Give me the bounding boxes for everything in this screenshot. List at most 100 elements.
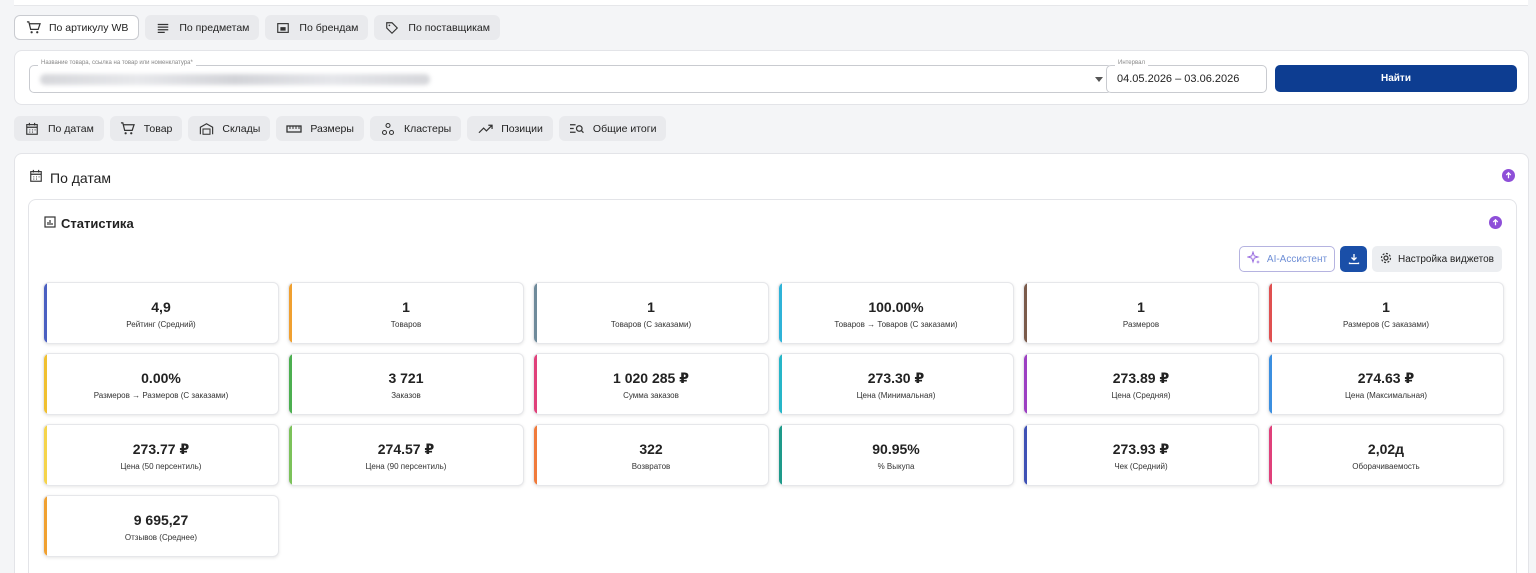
tab-by-brands[interactable]: По брендам: [265, 15, 369, 40]
metric-label: Товаров (С заказами): [610, 320, 692, 329]
statistics-panel: Статистика AI-Ассистент Настройка виджет…: [28, 199, 1517, 573]
interval-label: Интервал: [1115, 60, 1148, 66]
summary-icon: [569, 121, 585, 137]
chart-icon: [44, 216, 56, 231]
metric-card: 273.77 ₽ Цена (50 персентиль): [43, 424, 279, 486]
metric-label: Размеров: [1122, 320, 1160, 329]
product-search-field[interactable]: Название товара, ссылка на товар или ном…: [29, 60, 1112, 93]
tab-product[interactable]: Товар: [109, 116, 183, 141]
metric-label: Цена (50 персентиль): [120, 462, 202, 471]
calendar-icon: [29, 169, 43, 186]
warehouse-icon: [198, 121, 214, 137]
metric-card: 1 Товаров: [288, 282, 524, 344]
metric-value: 100.00%: [868, 299, 924, 315]
metric-card: 1 020 285 ₽ Сумма заказов: [533, 353, 769, 415]
metric-label: Цена (Средняя): [1111, 391, 1171, 400]
metric-label: Цена (Максимальная): [1344, 391, 1428, 400]
tab-label: Товар: [143, 122, 173, 135]
trend-icon: [477, 121, 493, 137]
statistics-title: Статистика: [44, 216, 134, 231]
metric-value: 90.95%: [872, 441, 920, 457]
tab-label: По датам: [48, 122, 94, 135]
metric-value: 1: [647, 299, 655, 315]
tab-label: По предметам: [179, 21, 250, 34]
metric-label: Товаров: [390, 320, 422, 329]
section-title: По датам: [29, 169, 111, 186]
tab-totals[interactable]: Общие итоги: [558, 116, 667, 141]
metric-label: Цена (Минимальная): [856, 391, 936, 400]
tab-label: По брендам: [299, 21, 359, 34]
tab-clusters[interactable]: Кластеры: [369, 116, 462, 141]
tab-by-dates[interactable]: По датам: [14, 116, 104, 141]
download-button[interactable]: [1340, 246, 1367, 272]
metric-card: 273.93 ₽ Чек (Средний): [1023, 424, 1259, 486]
tab-label: Склады: [222, 122, 261, 135]
tab-label: Позиции: [501, 122, 543, 135]
tab-warehouses[interactable]: Склады: [188, 116, 271, 141]
metric-value: 273.77 ₽: [132, 441, 190, 457]
tab-by-suppliers[interactable]: По поставщикам: [374, 15, 500, 40]
metric-card: 274.57 ₽ Цена (90 персентиль): [288, 424, 524, 486]
collapse-section-button[interactable]: [1502, 169, 1515, 182]
metric-label: Чек (Средний): [1114, 462, 1168, 471]
cart-icon: [25, 20, 41, 36]
view-tabs: По датам Товар Склады Размеры Кластеры П…: [14, 116, 667, 141]
tab-sizes[interactable]: Размеры: [276, 116, 364, 141]
metric-value: 273.89 ₽: [1112, 370, 1170, 386]
metric-value: 274.63 ₽: [1357, 370, 1415, 386]
collapse-statistics-button[interactable]: [1489, 216, 1502, 229]
calendar-icon: [24, 121, 40, 137]
metric-card: 100.00% Товаров → Товаров (С заказами): [778, 282, 1014, 344]
metric-card: 3 721 Заказов: [288, 353, 524, 415]
download-icon: [1348, 254, 1359, 265]
metric-label: Отзывов (Среднее): [124, 533, 198, 542]
metric-value: 1: [1137, 299, 1145, 315]
ai-assistant-button[interactable]: AI-Ассистент: [1239, 246, 1335, 272]
metric-label: Оборачиваемость: [1352, 462, 1420, 471]
metric-card: 273.89 ₽ Цена (Средняя): [1023, 353, 1259, 415]
metric-label: Цена (90 персентиль): [365, 462, 447, 471]
interval-field[interactable]: Интервал 04.05.2026 – 03.06.2026: [1106, 60, 1267, 93]
metric-value: 274.57 ₽: [377, 441, 435, 457]
by-dates-section: По датам Статистика AI-Ассистент Настрой…: [14, 153, 1529, 573]
metric-value: 0.00%: [141, 370, 181, 386]
metric-value: 9 695,27: [133, 512, 189, 528]
metric-value: 2,02д: [1367, 441, 1405, 457]
tab-positions[interactable]: Позиции: [467, 116, 553, 141]
arrow-up-icon: [1492, 218, 1499, 226]
tab-label: Кластеры: [403, 122, 452, 135]
product-search-label: Название товара, ссылка на товар или ном…: [38, 60, 196, 66]
widget-settings-button[interactable]: Настройка виджетов: [1372, 246, 1502, 272]
widget-settings-label: Настройка виджетов: [1397, 253, 1494, 265]
metric-label: Размеров (С заказами): [1343, 320, 1429, 329]
tab-label: Общие итоги: [592, 122, 657, 135]
tab-by-subjects[interactable]: По предметам: [145, 15, 260, 40]
metric-label: Товаров → Товаров (С заказами): [834, 320, 958, 329]
tab-label: Размеры: [310, 122, 354, 135]
metric-label: Размеров → Размеров (С заказами): [93, 391, 229, 400]
arrow-up-icon: [1505, 171, 1512, 179]
search-panel: Название товара, ссылка на товар или ном…: [14, 50, 1529, 105]
metric-card: 1 Размеров (С заказами): [1268, 282, 1504, 344]
metric-label: Возвратов: [631, 462, 671, 471]
metric-card: 273.30 ₽ Цена (Минимальная): [778, 353, 1014, 415]
find-button[interactable]: Найти: [1275, 65, 1517, 92]
metric-card: 1 Товаров (С заказами): [533, 282, 769, 344]
blurred-search-value: [40, 74, 430, 85]
tab-by-article[interactable]: По артикулу WB: [14, 15, 140, 40]
metric-card: 1 Размеров: [1023, 282, 1259, 344]
metric-value: 273.30 ₽: [867, 370, 925, 386]
clusters-icon: [380, 121, 396, 137]
ai-assistant-label: AI-Ассистент: [1266, 253, 1328, 265]
list-icon: [155, 20, 171, 36]
metric-value: 273.93 ₽: [1112, 441, 1170, 457]
section-title-text: По датам: [50, 169, 112, 186]
top-panel-edge: [14, 0, 1528, 6]
metric-label: Рейтинг (Средний): [126, 320, 196, 329]
metric-value: 1 020 285 ₽: [613, 370, 689, 386]
statistics-title-text: Статистика: [61, 216, 134, 231]
metric-value: 3 721: [388, 370, 424, 386]
search-mode-tabs: По артикулу WB По предметам По брендам П…: [14, 15, 500, 40]
metric-value: 322: [639, 441, 663, 457]
chevron-down-icon[interactable]: [1095, 77, 1103, 82]
